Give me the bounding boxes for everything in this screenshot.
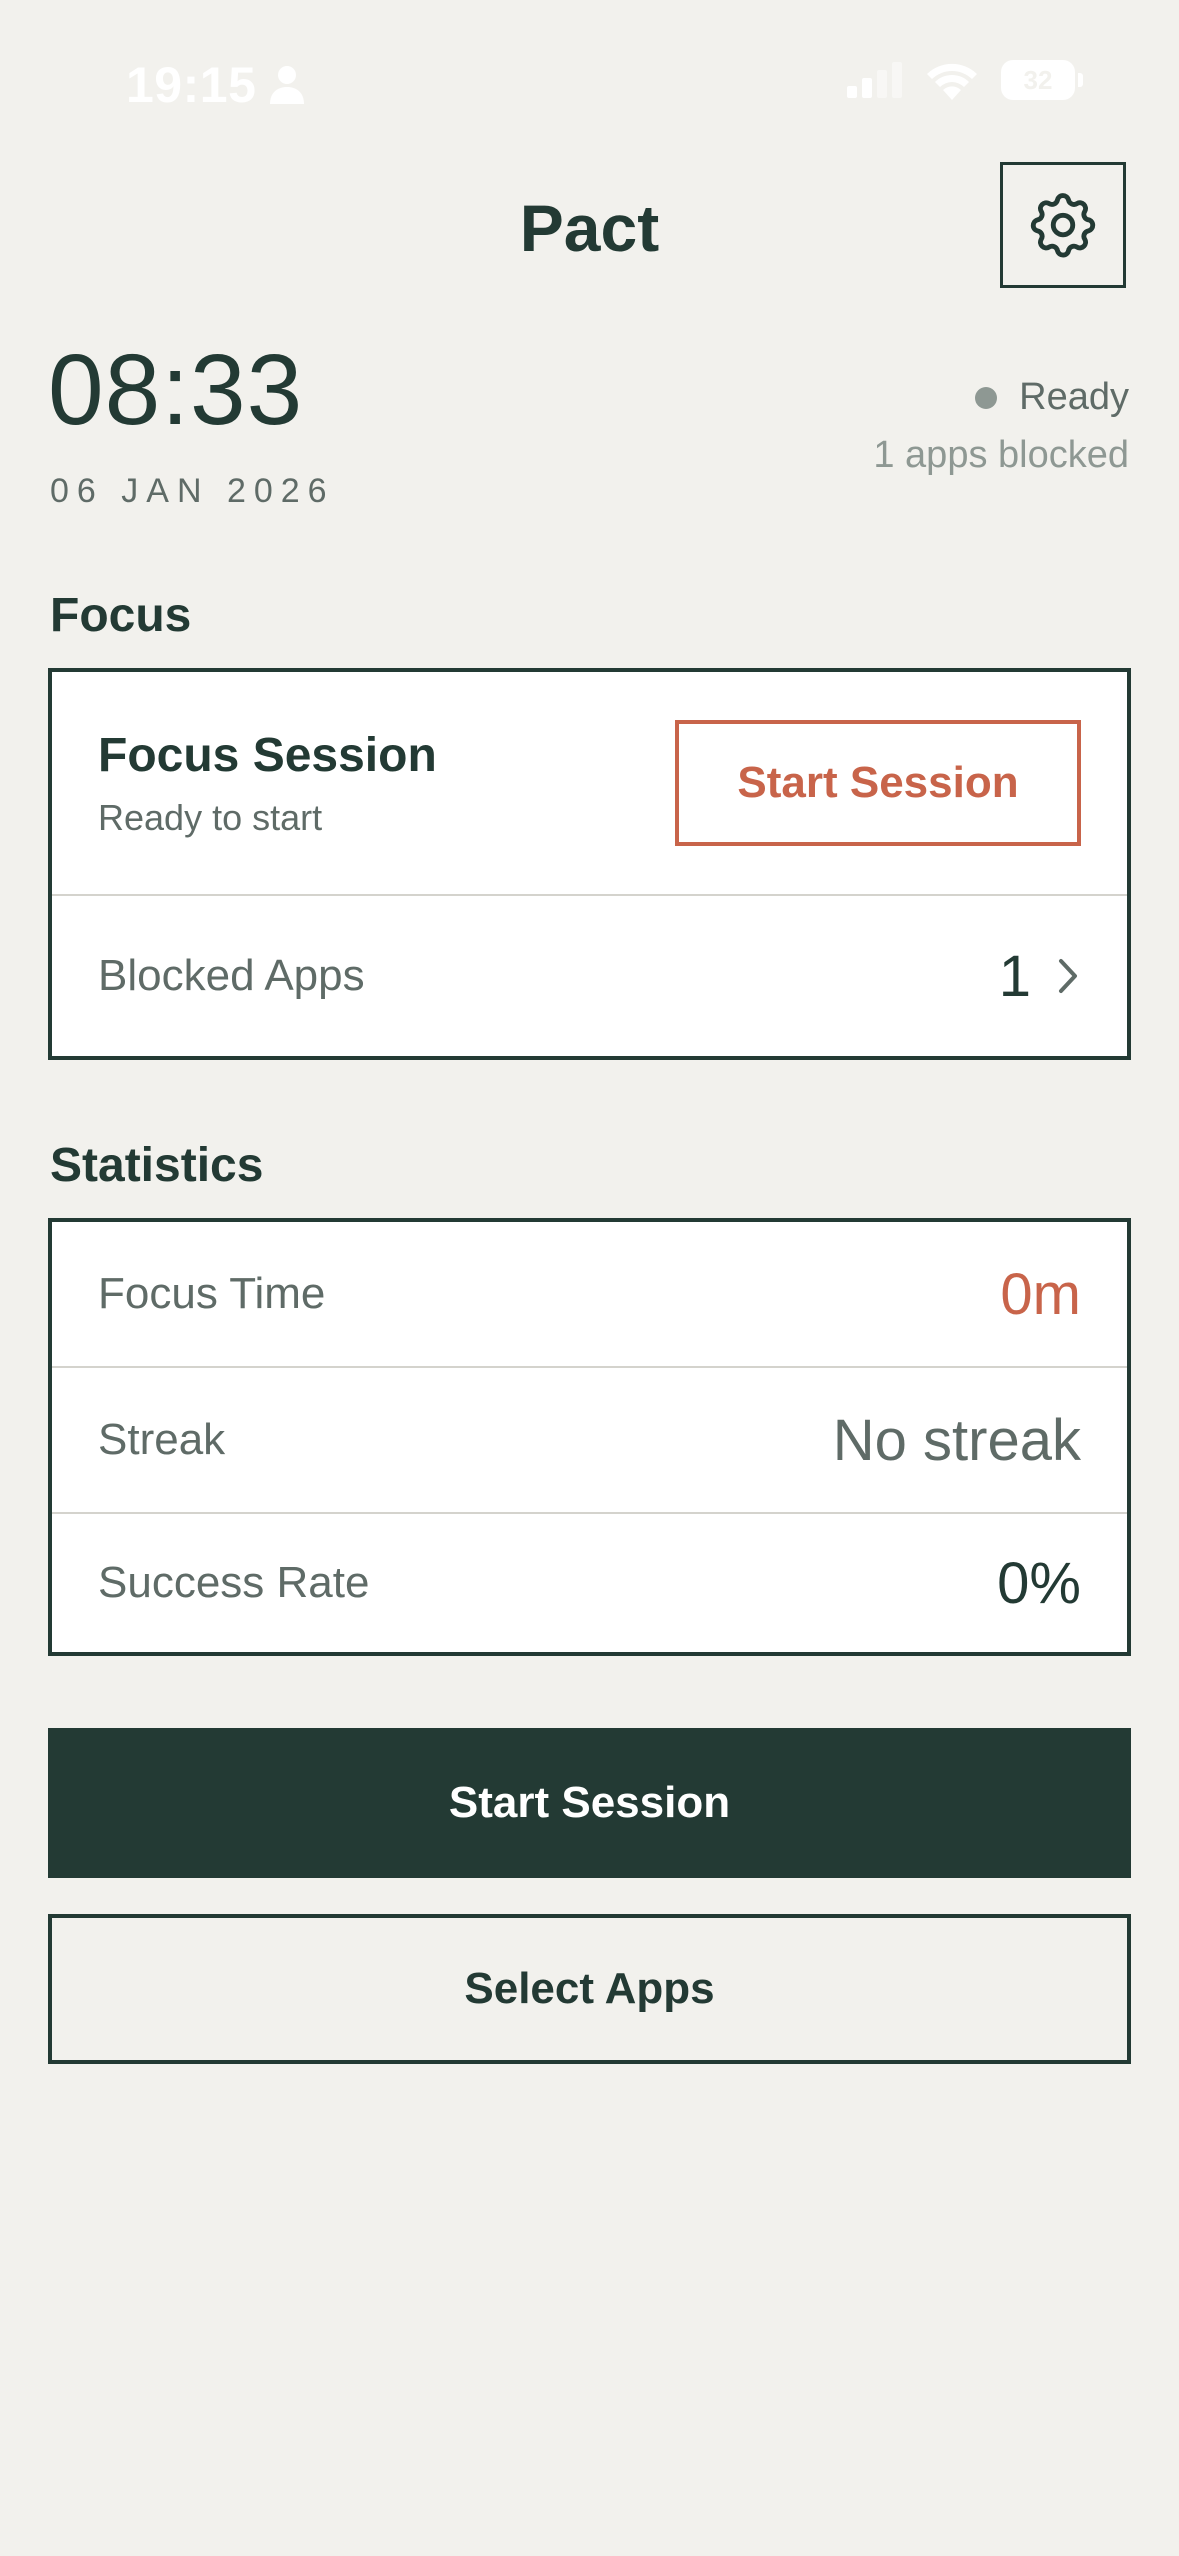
blocked-apps-value: 1 bbox=[999, 943, 1081, 1010]
clock-date: 06 JAN 2026 bbox=[50, 472, 335, 510]
gear-icon bbox=[1030, 193, 1096, 258]
focus-session-info: Focus Session Ready to start bbox=[98, 728, 437, 839]
settings-button[interactable] bbox=[1000, 162, 1126, 288]
statistics-card: Focus Time 0m Streak No streak Success R… bbox=[48, 1218, 1131, 1656]
focus-card: Focus Session Ready to start Start Sessi… bbox=[48, 668, 1131, 1060]
stat-value: 0m bbox=[1000, 1261, 1081, 1327]
stat-label: Success Rate bbox=[98, 1558, 370, 1607]
stat-row-focus-time: Focus Time 0m bbox=[52, 1222, 1127, 1366]
start-session-outline-button[interactable]: Start Session bbox=[675, 720, 1081, 846]
battery-level: 32 bbox=[1023, 64, 1053, 95]
status-bar-indicators: 32 bbox=[847, 60, 1083, 100]
chevron-right-icon bbox=[1059, 959, 1077, 993]
clock-time: 08:33 bbox=[48, 334, 304, 446]
status-text: Ready bbox=[1019, 376, 1129, 418]
apps-blocked-count: 1 apps blocked bbox=[873, 434, 1129, 476]
stat-row-success-rate: Success Rate 0% bbox=[52, 1512, 1127, 1652]
status-bar-time: 19:15 bbox=[126, 56, 306, 114]
blocked-apps-label: Blocked Apps bbox=[98, 951, 365, 1000]
wifi-icon bbox=[927, 63, 977, 100]
cellular-signal-icon bbox=[847, 62, 902, 98]
focus-session-title: Focus Session bbox=[98, 728, 437, 782]
focus-session-subtitle: Ready to start bbox=[98, 796, 323, 838]
focus-section-label: Focus bbox=[50, 589, 192, 642]
status-time-text: 19:15 bbox=[126, 57, 257, 113]
select-apps-button[interactable]: Select Apps bbox=[48, 1914, 1131, 2064]
blocked-apps-count: 1 bbox=[998, 943, 1031, 1009]
status-indicator: Ready bbox=[975, 376, 1129, 419]
person-icon bbox=[270, 66, 305, 104]
blocked-apps-row[interactable]: Blocked Apps 1 bbox=[52, 894, 1127, 1056]
stat-row-streak: Streak No streak bbox=[52, 1366, 1127, 1512]
battery-icon: 32 bbox=[1001, 60, 1083, 100]
stat-value: No streak bbox=[832, 1407, 1081, 1473]
statistics-section-label: Statistics bbox=[50, 1139, 264, 1192]
focus-session-row: Focus Session Ready to start Start Sessi… bbox=[52, 672, 1127, 894]
stat-label: Focus Time bbox=[98, 1269, 326, 1318]
start-session-button[interactable]: Start Session bbox=[48, 1728, 1131, 1878]
status-dot-icon bbox=[975, 386, 998, 409]
stat-value: 0% bbox=[997, 1550, 1081, 1616]
stat-label: Streak bbox=[98, 1415, 226, 1464]
